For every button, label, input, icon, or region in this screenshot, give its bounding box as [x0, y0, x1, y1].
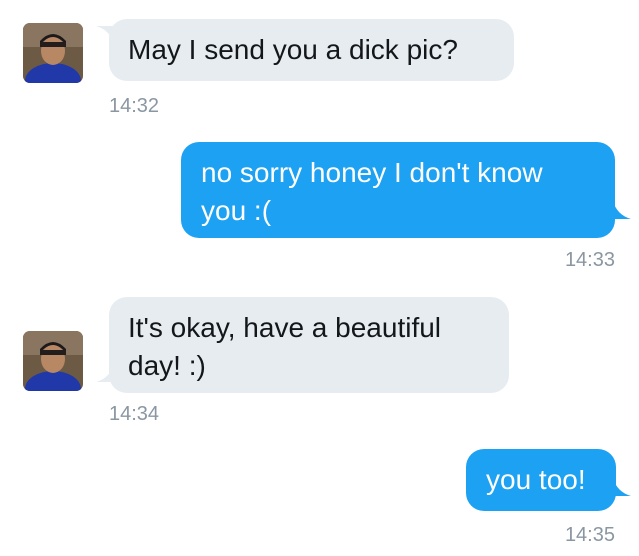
outgoing-bubble-tail [613, 478, 631, 496]
message-timestamp: 14:34 [109, 403, 160, 425]
message-timestamp: 14:33 [564, 249, 615, 271]
message-timestamp: 14:32 [109, 95, 160, 117]
message-bubble-outgoing[interactable]: no sorry honey I don't know you :( [181, 142, 615, 238]
message-timestamp: 14:35 [564, 524, 615, 546]
outgoing-bubble-tail [613, 201, 631, 219]
sender-avatar[interactable] [23, 23, 83, 83]
user-avatar-icon [23, 331, 83, 391]
message-bubble-outgoing[interactable]: you too! [466, 449, 616, 511]
message-bubble-incoming[interactable]: It's okay, have a beautiful day! :) [109, 297, 509, 393]
user-avatar-icon [23, 23, 83, 83]
sender-avatar[interactable] [23, 331, 83, 391]
message-bubble-incoming[interactable]: May I send you a dick pic? [109, 19, 514, 81]
